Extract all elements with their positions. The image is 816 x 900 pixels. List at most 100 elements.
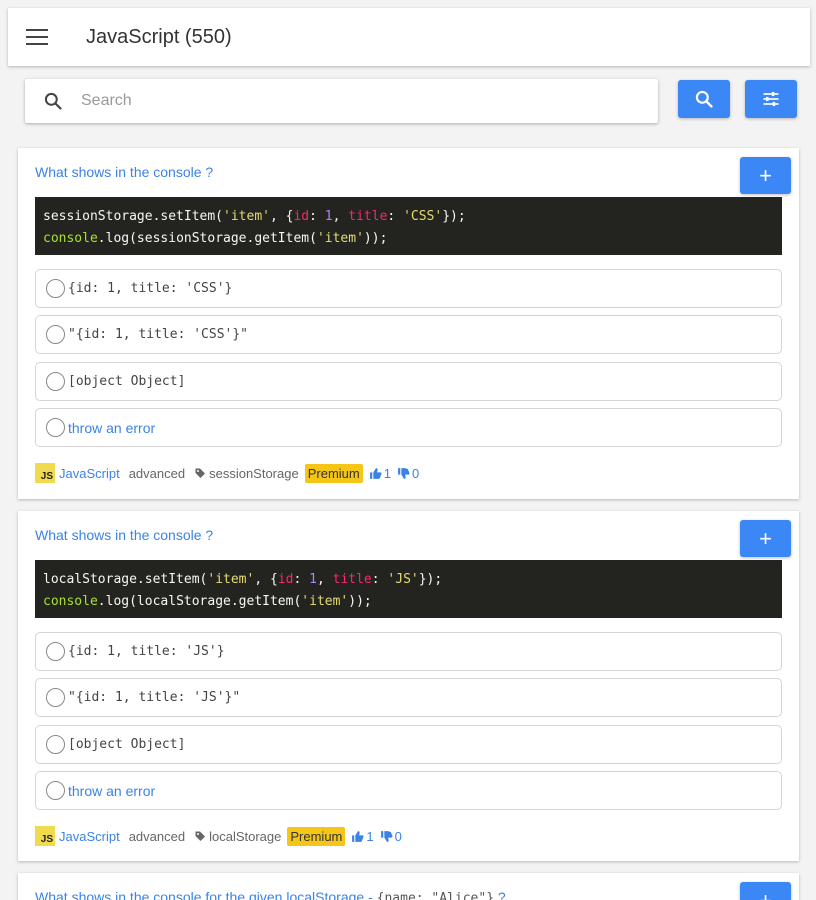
code-token: )); <box>348 594 372 609</box>
question-footer: JS JavaScript advanced sessionStorage Pr… <box>35 463 419 483</box>
radio-button[interactable] <box>46 735 65 754</box>
dislike-count: 0 <box>394 828 402 844</box>
thumbs-down-icon <box>380 830 393 842</box>
thumbs-up-icon <box>369 467 382 479</box>
answer-option[interactable]: [object Object] <box>35 362 782 401</box>
code-token: , <box>332 209 349 224</box>
question-title-code: {name: "Alice"} <box>376 891 495 900</box>
question-title[interactable]: What shows in the console for the given … <box>35 889 506 900</box>
question-title[interactable]: What shows in the console ? <box>35 527 213 543</box>
code-token: , { <box>269 209 294 224</box>
search-icon <box>695 90 713 108</box>
code-line: sessionStorage.setItem('item', {id: 1, t… <box>43 206 782 228</box>
option-text: throw an error <box>68 782 156 799</box>
option-text: [object Object] <box>68 737 186 752</box>
answer-option[interactable]: "{id: 1, title: 'JS'}" <box>35 678 782 717</box>
page-title: JavaScript (550) <box>86 25 232 48</box>
code-token: )); <box>363 231 388 246</box>
code-token: localStorage.setItem( <box>43 572 208 587</box>
like-count: 1 <box>366 828 374 844</box>
radio-button[interactable] <box>46 781 65 800</box>
code-token: 'JS' <box>387 572 419 587</box>
thumbs-up-icon <box>352 830 364 842</box>
answer-option[interactable]: throw an error <box>35 408 782 447</box>
difficulty-label: advanced <box>128 828 186 844</box>
code-token: }); <box>442 209 466 224</box>
dislike-button[interactable]: 0 <box>380 829 402 844</box>
javascript-logo-icon: JS <box>35 826 55 846</box>
code-token: console <box>43 594 98 609</box>
question-card: What shows in the console ? + localStora… <box>18 511 799 861</box>
answer-option[interactable]: {id: 1, title: 'CSS'} <box>35 269 782 308</box>
topic-tag[interactable]: localStorage <box>209 829 281 844</box>
code-block: localStorage.setItem('item', {id: 1, tit… <box>35 560 782 618</box>
option-text: throw an error <box>68 419 156 436</box>
code-token: 1 <box>324 209 333 224</box>
radio-button[interactable] <box>46 642 65 661</box>
filter-button[interactable] <box>745 80 797 118</box>
add-button[interactable]: + <box>740 882 791 900</box>
code-token: console <box>43 231 98 246</box>
radio-button[interactable] <box>46 372 65 391</box>
code-token: title <box>348 209 388 224</box>
language-link[interactable]: JavaScript <box>59 466 120 481</box>
dislike-button[interactable]: 0 <box>397 466 419 481</box>
search-icon <box>25 91 81 111</box>
option-text: "{id: 1, title: 'CSS'}" <box>68 327 249 342</box>
answer-option[interactable]: "{id: 1, title: 'CSS'}" <box>35 315 782 354</box>
code-line: console.log(localStorage.getItem('item')… <box>43 591 782 613</box>
code-token: 'item' <box>207 572 255 587</box>
premium-badge: Premium <box>287 826 346 846</box>
language-link[interactable]: JavaScript <box>59 829 120 844</box>
add-button[interactable]: + <box>740 157 791 194</box>
question-title[interactable]: What shows in the console ? <box>35 164 213 180</box>
code-token: .log(localStorage.getItem( <box>97 594 302 609</box>
code-token: id <box>293 209 310 224</box>
premium-badge: Premium <box>304 463 363 483</box>
search-input[interactable] <box>81 92 621 110</box>
code-token: , { <box>254 572 278 587</box>
code-token: id <box>277 572 294 587</box>
sliders-icon <box>763 91 779 107</box>
radio-button[interactable] <box>46 688 65 707</box>
code-token: : <box>293 572 310 587</box>
app-bar: JavaScript (550) <box>8 8 810 66</box>
code-token: 'item' <box>223 209 270 224</box>
answer-option[interactable]: {id: 1, title: 'JS'} <box>35 632 782 671</box>
code-token: : <box>309 209 325 224</box>
option-text: "{id: 1, title: 'JS'}" <box>68 690 241 705</box>
code-token: , <box>316 572 333 587</box>
search-button[interactable] <box>678 80 730 118</box>
like-count: 1 <box>383 465 391 481</box>
hamburger-icon[interactable] <box>26 29 48 45</box>
question-card: What shows in the console ? + sessionSto… <box>18 148 799 499</box>
javascript-logo-icon: JS <box>35 463 55 483</box>
question-title-text: What shows in the console for the given … <box>35 889 377 900</box>
code-token: .log(sessionStorage.getItem( <box>97 231 317 246</box>
question-card: What shows in the console for the given … <box>18 873 799 900</box>
option-text: {id: 1, title: 'JS'} <box>68 644 225 659</box>
code-token: 'item' <box>301 594 349 609</box>
plus-icon: + <box>759 525 772 551</box>
question-footer: JS JavaScript advanced localStorage Prem… <box>35 826 402 846</box>
plus-icon: + <box>759 162 772 188</box>
code-token: }); <box>418 572 443 587</box>
radio-button[interactable] <box>46 325 65 344</box>
tag-icon <box>195 831 206 841</box>
radio-button[interactable] <box>46 279 65 298</box>
code-block: sessionStorage.setItem('item', {id: 1, t… <box>35 197 782 255</box>
code-token: 'CSS' <box>403 209 443 224</box>
code-line: localStorage.setItem('item', {id: 1, tit… <box>43 569 782 591</box>
like-button[interactable]: 1 <box>351 828 374 844</box>
topic-tag[interactable]: sessionStorage <box>209 466 299 481</box>
option-text: [object Object] <box>68 374 186 389</box>
code-token: 'item' <box>316 231 364 246</box>
tag-icon <box>195 468 206 478</box>
like-button[interactable]: 1 <box>369 466 391 481</box>
add-button[interactable]: + <box>740 520 791 557</box>
radio-button[interactable] <box>46 418 65 437</box>
answer-option[interactable]: [object Object] <box>35 725 782 764</box>
answer-option[interactable]: throw an error <box>35 771 782 810</box>
search-box <box>25 79 658 123</box>
plus-icon: + <box>759 887 772 900</box>
